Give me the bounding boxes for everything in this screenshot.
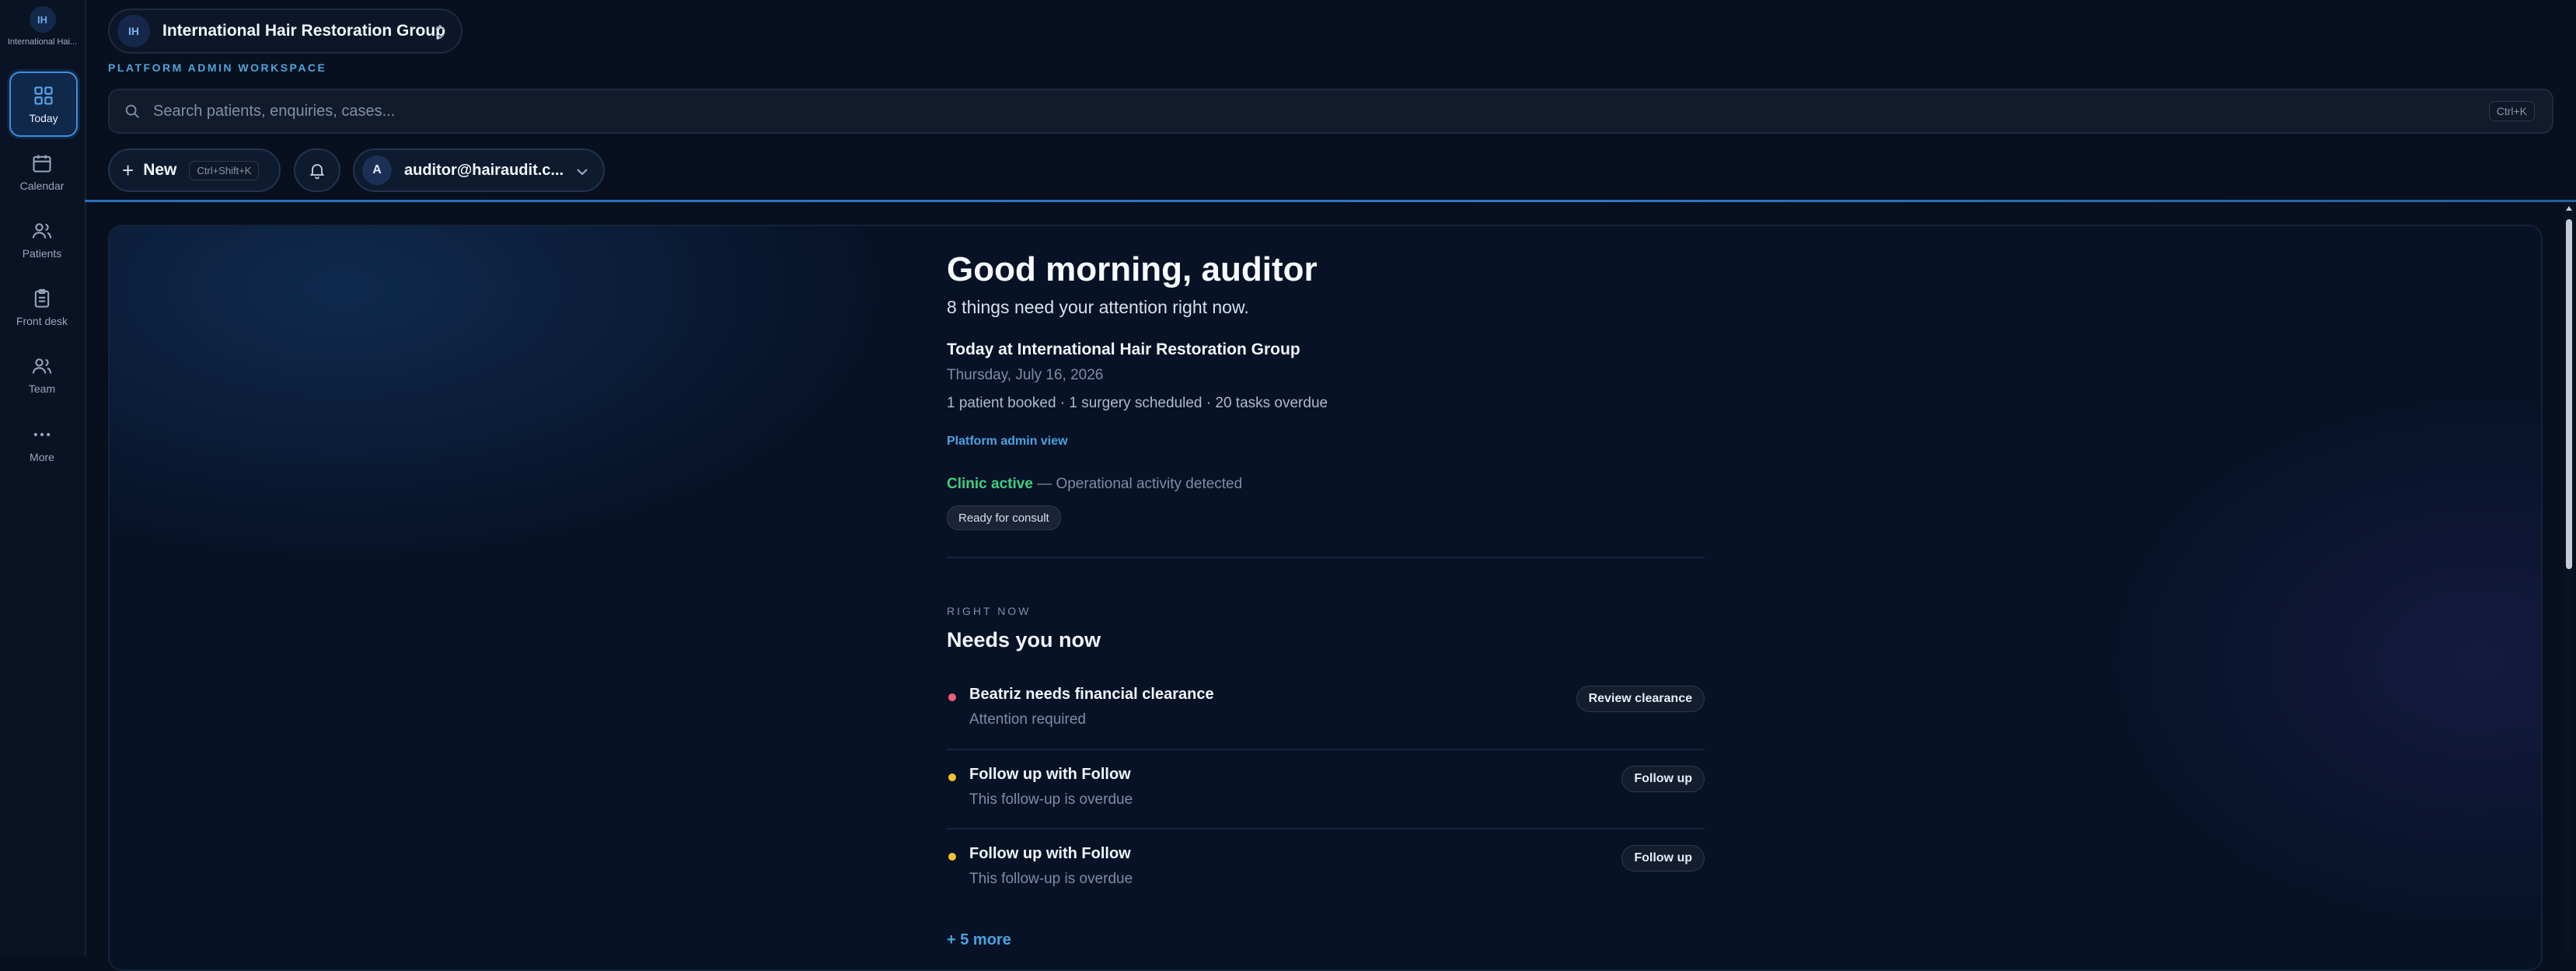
avatar: A xyxy=(362,155,392,185)
team-icon xyxy=(32,358,52,373)
sidebar-item-patients[interactable]: Patients xyxy=(9,208,75,271)
plus-icon: + xyxy=(122,159,134,182)
status-dot xyxy=(948,693,956,701)
brand-badge: IH xyxy=(29,6,56,33)
divider xyxy=(947,749,1705,750)
new-button[interactable]: + New Ctrl+Shift+K xyxy=(108,148,281,192)
item-subtitle: Attention required xyxy=(969,711,1086,728)
attention-summary: 8 things need your attention right now. xyxy=(947,297,1249,317)
search-icon xyxy=(125,104,139,118)
sidebar-item-label: Today xyxy=(29,111,58,124)
org-name: International Hair Restoration Group xyxy=(162,22,446,40)
status-dot xyxy=(948,774,956,781)
clinic-status-state: Clinic active xyxy=(947,476,1033,492)
today-heading: Today at International Hair Restoration … xyxy=(947,341,1300,358)
new-shortcut: Ctrl+Shift+K xyxy=(189,160,260,180)
chevron-updown-icon xyxy=(435,24,445,40)
item-subtitle: This follow-up is overdue xyxy=(969,871,1133,887)
review-clearance-button[interactable]: Review clearance xyxy=(1576,686,1705,712)
item-subtitle: This follow-up is overdue xyxy=(969,791,1133,808)
sidebar-item-label: Calendar xyxy=(19,179,65,192)
section-title: Needs you now xyxy=(947,628,1101,651)
calendar-icon xyxy=(33,155,51,173)
page-title: Good morning, auditor xyxy=(947,250,1318,288)
sidebar-item-more[interactable]: More xyxy=(9,412,75,474)
clinic-status-detail: — Operational activity detected xyxy=(1037,476,1243,492)
section-eyebrow: RIGHT NOW xyxy=(947,605,1031,617)
user-menu-button[interactable]: A auditor@hairaudit.c... xyxy=(353,148,605,192)
divider xyxy=(947,828,1705,830)
clipboard-icon xyxy=(34,288,50,308)
sidebar-item-team[interactable]: Team xyxy=(9,344,75,406)
follow-up-button[interactable]: Follow up xyxy=(1621,845,1705,871)
clinic-status: Clinic active — Operational activity det… xyxy=(947,476,1242,493)
sidebar: IH International Hai... Today Calendar P… xyxy=(0,0,86,956)
sidebar-item-today[interactable]: Today xyxy=(9,72,78,137)
new-button-label: New xyxy=(143,161,177,179)
sidebar-item-label: Front desk xyxy=(16,314,68,327)
platform-admin-link[interactable]: Platform admin view xyxy=(947,435,1068,449)
status-badge: Ready for consult xyxy=(947,505,1061,530)
today-stats: 1 patient booked · 1 surgery scheduled ·… xyxy=(947,395,1328,411)
list-item: Follow up with Follow This follow-up is … xyxy=(947,845,1705,920)
search-bar[interactable]: Ctrl+K xyxy=(108,89,2553,134)
org-switcher[interactable]: IH International Hair Restoration Group xyxy=(108,9,462,54)
item-title: Beatriz needs financial clearance xyxy=(969,686,1214,703)
grid-icon xyxy=(34,86,53,105)
header-divider xyxy=(85,200,2576,202)
brand-switcher[interactable]: IH International Hai... xyxy=(0,6,85,47)
status-dot xyxy=(948,853,956,861)
follow-up-button[interactable]: Follow up xyxy=(1621,766,1705,792)
user-email: auditor@hairaudit.c... xyxy=(404,161,564,179)
workspace-label: PLATFORM ADMIN WORKSPACE xyxy=(108,61,327,74)
item-title: Follow up with Follow xyxy=(969,766,1131,783)
search-input[interactable] xyxy=(152,101,2331,121)
sidebar-item-front-desk[interactable]: Front desk xyxy=(9,276,75,338)
show-more-link[interactable]: + 5 more xyxy=(947,931,1011,949)
search-shortcut: Ctrl+K xyxy=(2488,101,2535,121)
notifications-button[interactable] xyxy=(294,148,340,192)
scrollbar[interactable] xyxy=(2564,204,2574,956)
sidebar-item-label: Patients xyxy=(22,246,62,260)
bell-icon xyxy=(309,164,325,180)
sidebar-item-label: More xyxy=(30,450,54,463)
divider xyxy=(947,557,1705,558)
chevron-down-icon xyxy=(577,169,588,176)
more-icon xyxy=(33,432,51,436)
sidebar-item-calendar[interactable]: Calendar xyxy=(9,141,75,203)
brand-name: International Hai... xyxy=(7,37,78,47)
scrollbar-thumb[interactable] xyxy=(2566,219,2572,569)
item-title: Follow up with Follow xyxy=(969,845,1131,862)
org-badge: IH xyxy=(117,15,150,47)
sidebar-item-label: Team xyxy=(28,382,56,395)
today-date: Thursday, July 16, 2026 xyxy=(947,367,1104,383)
scroll-up-arrow[interactable] xyxy=(2566,206,2572,211)
users-icon xyxy=(32,222,52,238)
